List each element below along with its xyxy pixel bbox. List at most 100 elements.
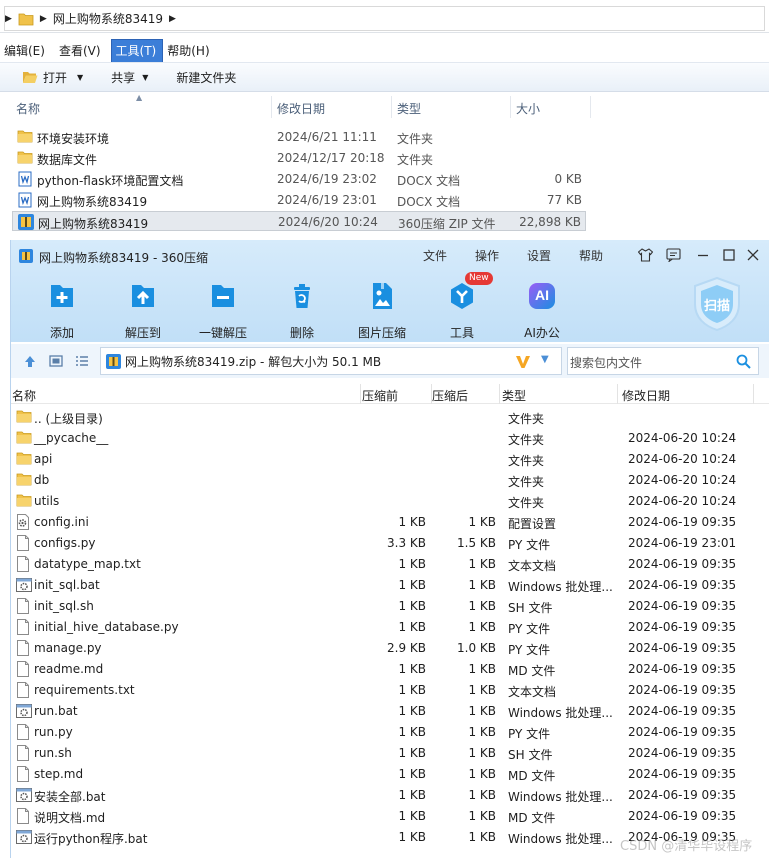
- skin-shirt-icon[interactable]: [637, 247, 653, 263]
- chevron-down-icon[interactable]: ▼: [541, 354, 549, 365]
- extract-to-button[interactable]: 解压到: [108, 280, 178, 341]
- vip-v-icon[interactable]: [515, 354, 531, 370]
- zip-menu-settings[interactable]: 设置: [527, 247, 551, 264]
- zip-column-name[interactable]: 名称: [12, 387, 36, 404]
- folder-icon: [16, 493, 32, 511]
- zip-file-row[interactable]: run.bat 1 KB 1 KB Windows 批处理... 2024-06-19 …: [11, 701, 769, 722]
- zip-file-row[interactable]: readme.md 1 KB 1 KB MD 文件 2024-06-19 09:35: [11, 659, 769, 680]
- up-arrow-icon[interactable]: [23, 354, 37, 368]
- address-box[interactable]: ▶ ▶ 网上购物系统83419 ▶: [4, 6, 765, 31]
- file-icon: [16, 640, 30, 659]
- menu-edit[interactable]: 编辑(E): [0, 40, 51, 62]
- zip-row-size-before: 1 KB: [398, 725, 426, 739]
- zip-menu-operate[interactable]: 操作: [475, 247, 499, 264]
- chevron-right-icon[interactable]: ▶: [169, 14, 176, 24]
- one-click-extract-icon: [212, 285, 234, 307]
- zip-file-row[interactable]: run.py 1 KB 1 KB PY 文件 2024-06-19 09:35: [11, 722, 769, 743]
- zip-file-row[interactable]: step.md 1 KB 1 KB MD 文件 2024-06-19 09:35: [11, 764, 769, 785]
- menu-view[interactable]: 查看(V): [55, 40, 107, 62]
- explorer-row[interactable]: 环境安装环境 2024/6/21 11:11 文件夹: [12, 127, 586, 147]
- scan-button[interactable]: 扫描: [691, 276, 743, 332]
- zip-column-before[interactable]: 压缩前: [362, 387, 398, 404]
- zip-menu-help[interactable]: 帮助: [579, 247, 603, 264]
- explorer-row-name: 网上购物系统83419: [37, 195, 148, 209]
- image-compress-label: 图片压缩: [357, 326, 406, 340]
- zip-row-date: 2024-06-19 09:35: [628, 746, 737, 760]
- zip-row-name: step.md: [34, 767, 84, 781]
- share-button[interactable]: 共享 ▼: [111, 69, 148, 86]
- search-box[interactable]: 搜索包内文件: [567, 347, 759, 375]
- zip-file-row[interactable]: manage.py 2.9 KB 1.0 KB PY 文件 2024-06-19 09:…: [11, 638, 769, 659]
- zip-column-date[interactable]: 修改日期: [622, 387, 670, 404]
- breadcrumb-item[interactable]: 网上购物系统83419: [53, 10, 163, 27]
- zip-file-row[interactable]: .. (上级目录) 文件夹: [11, 407, 769, 428]
- zip-row-name: 安装全部.bat: [34, 790, 106, 804]
- zip-file-row[interactable]: 安装全部.bat 1 KB 1 KB Windows 批处理... 2024-06-19…: [11, 785, 769, 806]
- search-icon[interactable]: [736, 354, 751, 369]
- zip-row-date: 2024-06-19 09:35: [628, 725, 737, 739]
- zip-file-row[interactable]: init_sql.sh 1 KB 1 KB SH 文件 2024-06-19 09:35: [11, 596, 769, 617]
- menu-tools[interactable]: 工具(T): [110, 39, 164, 63]
- word-doc-icon: [17, 171, 33, 190]
- explorer-row-size: 0 KB: [554, 172, 582, 186]
- zip-file-row[interactable]: configs.py 3.3 KB 1.5 KB PY 文件 2024-06-19 23…: [11, 533, 769, 554]
- explorer-row[interactable]: python-flask环境配置文档 2024/6/19 23:02 DOCX 文档…: [12, 169, 586, 189]
- explorer-row[interactable]: 网上购物系统83419 2024/6/20 10:24 360压缩 ZIP 文件 22…: [12, 211, 586, 231]
- zip-file-row[interactable]: utils 文件夹 2024-06-20 10:24: [11, 491, 769, 512]
- delete-button[interactable]: 删除: [267, 280, 337, 341]
- maximize-icon[interactable]: [721, 247, 737, 263]
- zip-row-date: 2024-06-20 10:24: [628, 431, 737, 445]
- zip-file-row[interactable]: datatype_map.txt 1 KB 1 KB 文本文档 2024-06-19 0…: [11, 554, 769, 575]
- zip-file-row[interactable]: initial_hive_database.py 1 KB 1 KB PY 文件 202…: [11, 617, 769, 638]
- zip-row-type: PY 文件: [508, 622, 551, 636]
- zip-row-name: __pycache__: [34, 431, 109, 445]
- column-size[interactable]: 大小: [516, 100, 540, 117]
- folder-icon: [16, 451, 32, 469]
- zip-file-row[interactable]: requirements.txt 1 KB 1 KB 文本文档 2024-06-19 0…: [11, 680, 769, 701]
- zip-row-type: Windows 批处理...: [508, 790, 613, 804]
- one-click-extract-button[interactable]: 一键解压: [188, 280, 258, 341]
- zip-row-date: 2024-06-19 09:35: [628, 557, 737, 571]
- zip-row-size-after: 1 KB: [468, 599, 496, 613]
- zip-row-name: run.bat: [34, 704, 78, 718]
- image-compress-button[interactable]: 图片压缩: [347, 280, 417, 341]
- folder-icon: [16, 409, 32, 427]
- zip-file-row[interactable]: run.sh 1 KB 1 KB SH 文件 2024-06-19 09:35: [11, 743, 769, 764]
- search-input[interactable]: 搜索包内文件: [570, 354, 642, 371]
- feedback-icon[interactable]: [665, 247, 681, 263]
- zip-file-row[interactable]: 说明文档.md 1 KB 1 KB MD 文件 2024-06-19 09:35: [11, 806, 769, 827]
- column-date[interactable]: 修改日期: [277, 100, 325, 117]
- tools-button[interactable]: 工具: [427, 280, 497, 341]
- folder-icon: [17, 150, 33, 168]
- column-type[interactable]: 类型: [397, 100, 421, 117]
- zip-column-after[interactable]: 压缩后: [432, 387, 468, 404]
- zip-file-row[interactable]: init_sql.bat 1 KB 1 KB Windows 批处理... 2024-0…: [11, 575, 769, 596]
- new-folder-button[interactable]: 新建文件夹: [176, 69, 236, 86]
- extract-to-label: 解压到: [124, 326, 161, 340]
- explorer-row[interactable]: 网上购物系统83419 2024/6/19 23:01 DOCX 文档 77 KB: [12, 190, 586, 210]
- zip-row-size-after: 1 KB: [468, 746, 496, 760]
- thumbnail-view-icon[interactable]: [49, 354, 63, 368]
- zip-file-row[interactable]: api 文件夹 2024-06-20 10:24: [11, 449, 769, 470]
- zip-file-row[interactable]: __pycache__ 文件夹 2024-06-20 10:24: [11, 428, 769, 449]
- zip-column-type[interactable]: 类型: [502, 387, 526, 404]
- zip-menu-file[interactable]: 文件: [423, 247, 447, 264]
- sort-up-icon: ▲: [136, 93, 143, 102]
- minimize-icon[interactable]: [695, 247, 711, 263]
- zip-row-type: 配置设置: [508, 517, 557, 531]
- open-button[interactable]: 打开 ▼: [22, 69, 83, 86]
- menu-help[interactable]: 帮助(H): [163, 40, 215, 62]
- archive-path-box[interactable]: 网上购物系统83419.zip - 解包大小为 50.1 MB ▼: [100, 347, 562, 375]
- column-name[interactable]: 名称: [16, 100, 40, 117]
- explorer-row[interactable]: 数据库文件 2024/12/17 20:18 文件夹: [12, 148, 586, 168]
- chevron-right-icon[interactable]: ▶: [5, 14, 12, 24]
- folder-icon: [18, 13, 34, 25]
- add-button[interactable]: 添加: [27, 280, 97, 341]
- chevron-right-icon[interactable]: ▶: [40, 14, 47, 24]
- ai-office-button[interactable]: AI AI办公: [507, 280, 577, 341]
- list-view-icon[interactable]: [75, 354, 89, 368]
- file-explorer-window: ▶ ▶ 网上购物系统83419 ▶ 编辑(E) 查看(V) 工具(T) 帮助(H…: [0, 0, 769, 236]
- zip-file-row[interactable]: config.ini 1 KB 1 KB 配置设置 2024-06-19 09:35: [11, 512, 769, 533]
- close-icon[interactable]: [745, 247, 761, 263]
- zip-file-row[interactable]: db 文件夹 2024-06-20 10:24: [11, 470, 769, 491]
